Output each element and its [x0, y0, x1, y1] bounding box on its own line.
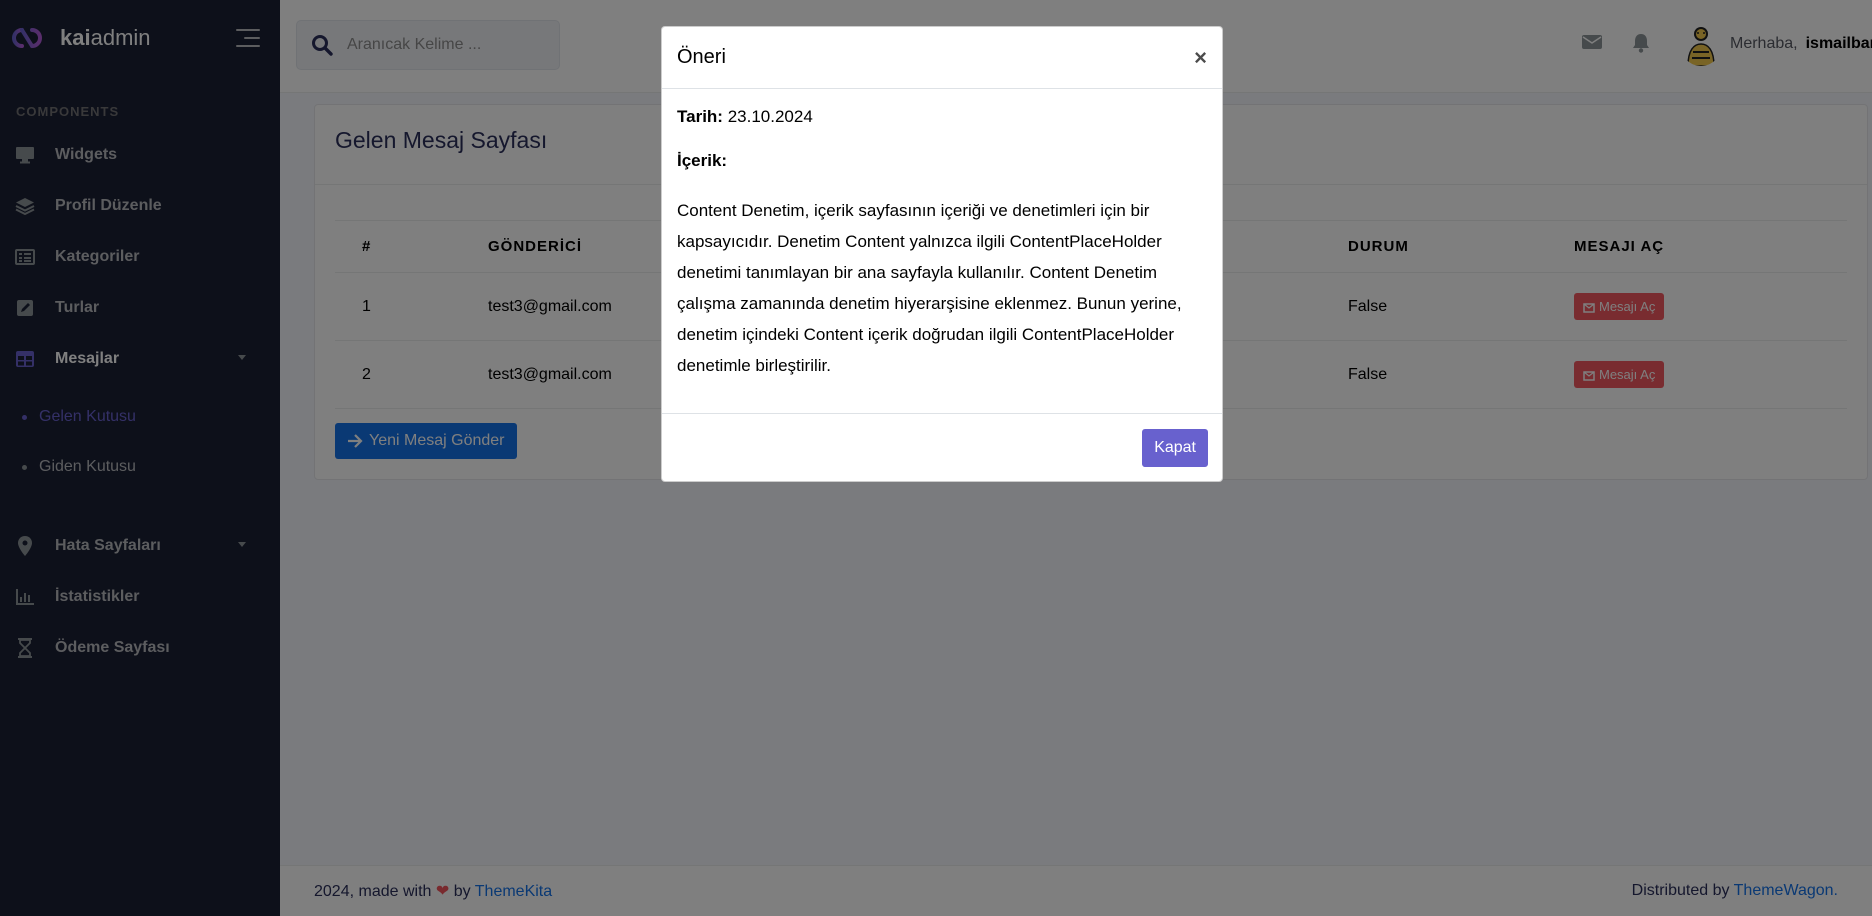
- modal-header: Öneri ×: [662, 27, 1222, 89]
- date-label: Tarih:: [677, 107, 723, 126]
- content-label: İçerik:: [677, 151, 728, 170]
- date-row: Tarih: 23.10.2024: [677, 107, 1207, 127]
- close-button[interactable]: Kapat: [1142, 429, 1208, 467]
- date-value: 23.10.2024: [727, 107, 813, 126]
- content-row: İçerik:: [677, 151, 1207, 171]
- close-icon[interactable]: ×: [1194, 45, 1207, 71]
- message-content: Content Denetim, içerik sayfasının içeri…: [677, 201, 1182, 375]
- modal-body: Tarih: 23.10.2024 İçerik: Content Deneti…: [662, 89, 1222, 381]
- modal-footer: Kapat: [662, 413, 1222, 483]
- modal-title: Öneri: [677, 46, 726, 68]
- message-modal: Öneri × Tarih: 23.10.2024 İçerik: Conten…: [661, 26, 1223, 482]
